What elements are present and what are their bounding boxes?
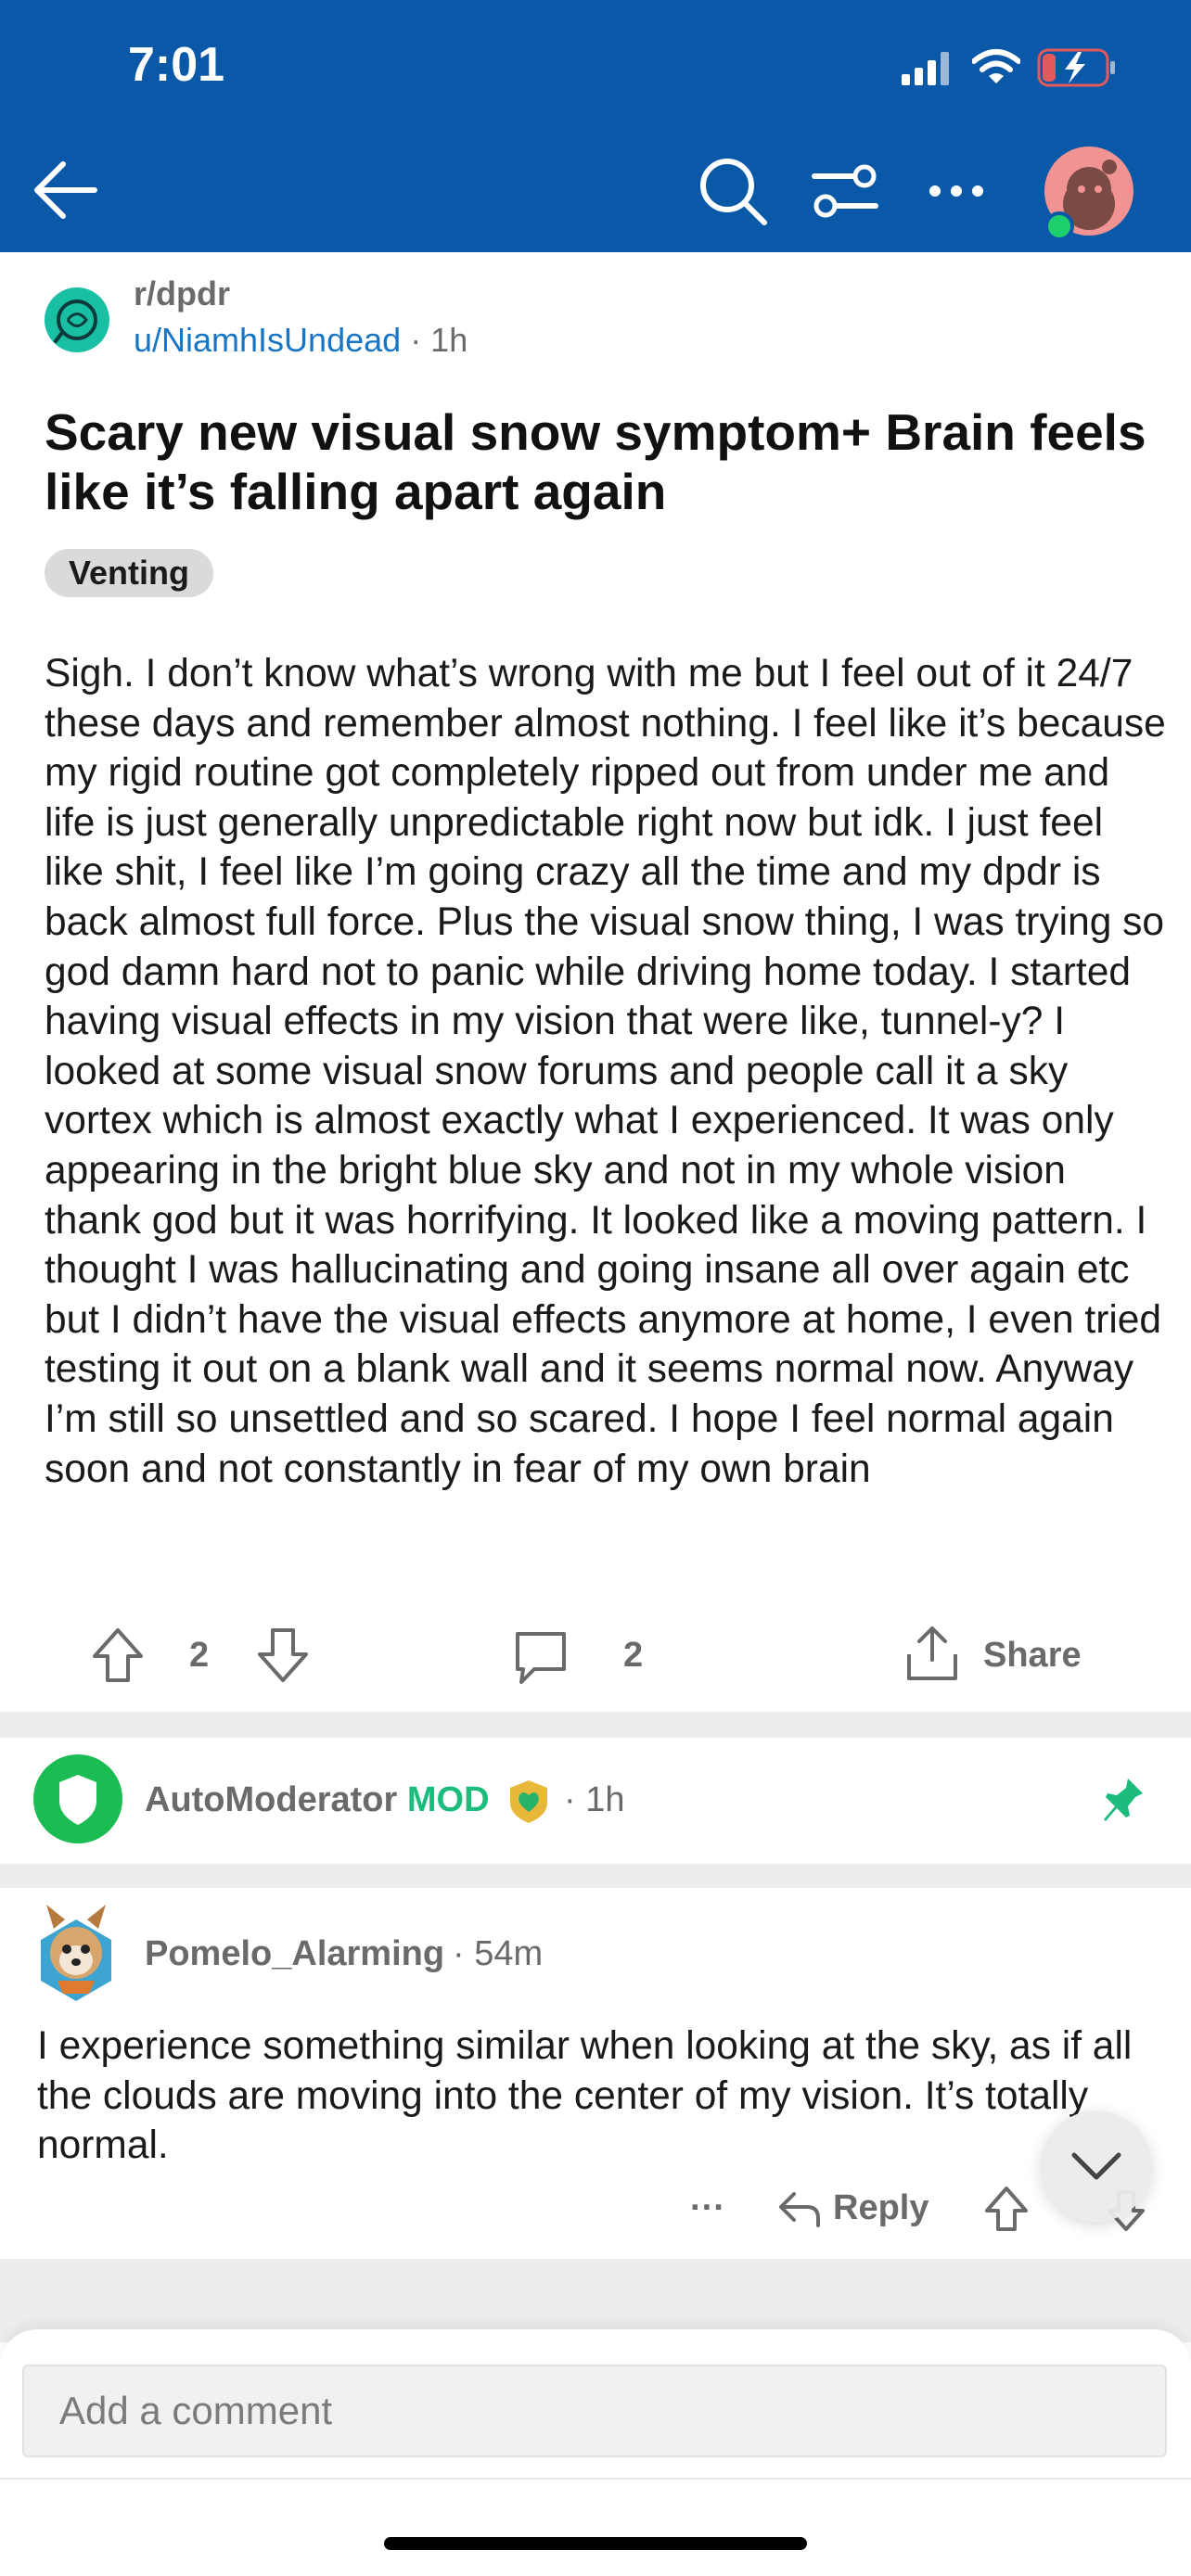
online-status-dot bbox=[1044, 211, 1074, 241]
reply-button[interactable]: Reply bbox=[833, 2188, 928, 2228]
comment-icon[interactable] bbox=[512, 1628, 570, 1686]
status-time: 7:01 bbox=[128, 38, 225, 92]
automod-name[interactable]: AutoModerator bbox=[145, 1780, 397, 1819]
share-icon[interactable] bbox=[903, 1623, 961, 1684]
comment-age: · 54m bbox=[453, 1934, 544, 1973]
brain-icon bbox=[54, 300, 97, 343]
post-actions-bar: 2 2 Share bbox=[0, 1623, 1191, 1684]
battery-charging-icon bbox=[1037, 48, 1115, 87]
search-icon[interactable] bbox=[698, 156, 768, 226]
sort-filter-icon[interactable] bbox=[811, 163, 879, 219]
add-comment-input[interactable]: Add a comment bbox=[22, 2365, 1167, 2457]
subreddit-icon[interactable] bbox=[45, 287, 109, 352]
automod-comment[interactable]: AutoModerator MOD · 1h bbox=[0, 1751, 1191, 1855]
post-body: Sigh. I don’t know what’s wrong with me … bbox=[45, 652, 1166, 1491]
more-options-icon[interactable] bbox=[928, 182, 985, 200]
automod-avatar bbox=[33, 1754, 122, 1843]
automod-username: AutoModerator MOD bbox=[145, 1780, 490, 1820]
section-divider bbox=[0, 1864, 1191, 1888]
top-app-bar: 7:01 bbox=[0, 0, 1191, 252]
upvote-icon[interactable] bbox=[89, 1626, 147, 1684]
mod-shield-heart-icon bbox=[510, 1780, 547, 1823]
reply-icon[interactable] bbox=[775, 2187, 822, 2231]
pin-icon bbox=[1104, 1779, 1143, 1821]
cellular-signal-icon bbox=[902, 52, 949, 85]
vote-count: 2 bbox=[189, 1636, 210, 1675]
comment-actions: ··· Reply bbox=[0, 2183, 1191, 2238]
post-title: Scary new visual snow symptom+ Brain fee… bbox=[45, 403, 1146, 520]
post-author-line: u/NiamhIsUndead · 1h bbox=[134, 321, 467, 360]
comment-username[interactable]: Pomelo_Alarming bbox=[145, 1934, 444, 1974]
automod-age: · 1h bbox=[564, 1780, 625, 1819]
post-author[interactable]: u/NiamhIsUndead bbox=[134, 321, 401, 359]
downvote-icon[interactable] bbox=[254, 1626, 312, 1684]
home-indicator bbox=[384, 2537, 807, 2550]
shield-icon bbox=[59, 1775, 96, 1825]
next-comment-button[interactable] bbox=[1041, 2111, 1152, 2222]
comment-body: I experience something similar when look… bbox=[37, 2024, 1133, 2168]
dog-avatar-icon bbox=[41, 1905, 111, 2001]
comment-count: 2 bbox=[623, 1636, 644, 1675]
wifi-icon bbox=[972, 49, 1020, 83]
back-arrow-icon[interactable] bbox=[32, 158, 98, 223]
share-button[interactable]: Share bbox=[983, 1636, 1082, 1676]
mod-badge: MOD bbox=[406, 1780, 490, 1819]
post-age: · 1h bbox=[410, 321, 468, 359]
divider bbox=[0, 2478, 1191, 2480]
chevron-down-icon bbox=[1071, 2152, 1121, 2180]
subreddit-name[interactable]: r/dpdr bbox=[134, 274, 230, 313]
comment-upvote-icon[interactable] bbox=[983, 2185, 1030, 2233]
comment-more-button[interactable]: ··· bbox=[690, 2188, 725, 2228]
section-divider bbox=[0, 1712, 1191, 1738]
comment-avatar[interactable] bbox=[33, 1892, 119, 2003]
post-flair[interactable]: Venting bbox=[45, 549, 214, 597]
